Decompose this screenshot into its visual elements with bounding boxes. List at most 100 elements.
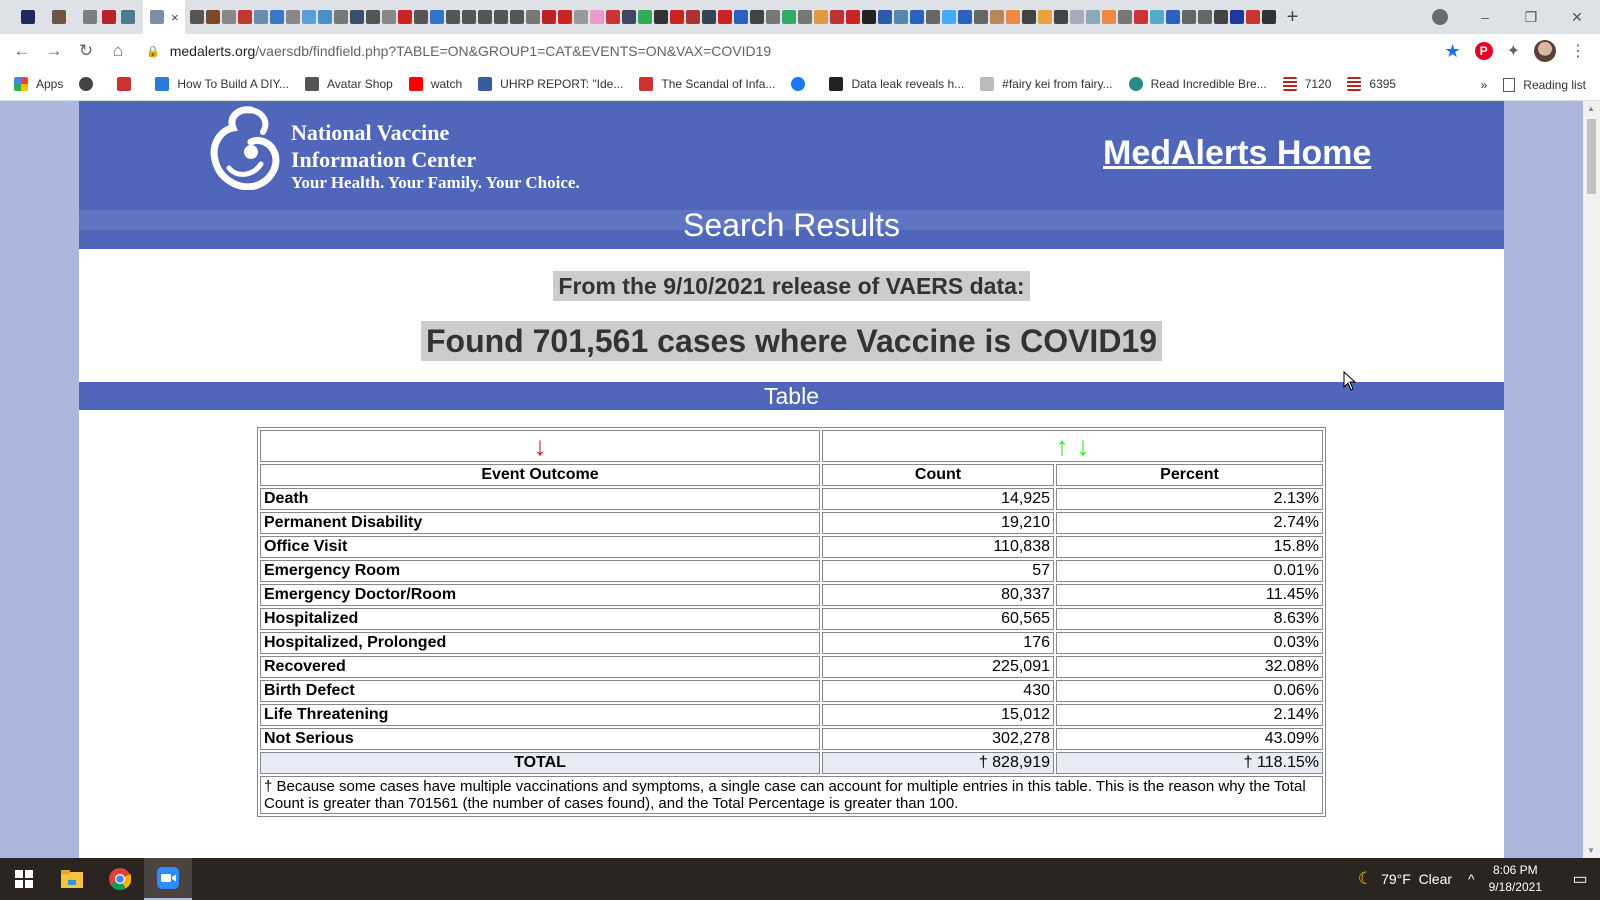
minimize-button[interactable]: – <box>1462 9 1508 25</box>
menu-kebab-icon[interactable]: ⋮ <box>1570 41 1586 61</box>
notifications-icon[interactable]: ▭ <box>1560 869 1600 889</box>
tab-favicon-icon[interactable] <box>349 10 364 24</box>
tab-favicon-icon[interactable] <box>941 10 956 24</box>
tab-favicon-icon[interactable] <box>957 10 972 24</box>
tab-favicon-icon[interactable] <box>685 10 700 24</box>
tab-favicon-icon[interactable] <box>221 10 236 24</box>
tab-favicon-icon[interactable] <box>717 10 732 24</box>
tab-favicon-icon[interactable] <box>1133 10 1148 24</box>
bookmark-item[interactable]: Avatar Shop <box>304 77 393 91</box>
chrome-taskbar-button[interactable] <box>96 858 144 900</box>
tab-favicon-icon[interactable] <box>333 10 348 24</box>
tab-favicon-icon[interactable] <box>845 10 860 24</box>
tab-favicon-icon[interactable] <box>1165 10 1180 24</box>
tab-favicon-icon[interactable] <box>637 10 652 24</box>
bookmark-item[interactable]: The Scandal of Infa... <box>639 77 775 91</box>
tab-favicon-icon[interactable] <box>1069 10 1084 24</box>
tab-favicon-icon[interactable] <box>477 10 492 24</box>
bookmark-item[interactable] <box>117 77 139 91</box>
tab-favicon-icon[interactable] <box>765 10 780 24</box>
tab-favicon-icon[interactable] <box>1197 10 1212 24</box>
sort-down-arrow-icon[interactable]: ↓ <box>534 431 547 461</box>
scroll-down-arrow-icon[interactable]: ▼ <box>1587 846 1595 855</box>
pinned-tab-favicon-icon[interactable] <box>52 10 66 24</box>
tab-favicon-icon[interactable] <box>1213 10 1228 24</box>
pinned-tab-favicon-icon[interactable] <box>83 10 97 24</box>
tab-favicon-icon[interactable] <box>541 10 556 24</box>
home-button[interactable]: ⌂ <box>102 41 134 61</box>
tab-favicon-icon[interactable] <box>1261 10 1276 24</box>
tab-favicon-icon[interactable] <box>1101 10 1116 24</box>
tab-favicon-icon[interactable] <box>701 10 716 24</box>
bookmark-item[interactable]: Read Incredible Bre... <box>1128 77 1267 91</box>
tab-favicon-icon[interactable] <box>605 10 620 24</box>
page-scrollbar[interactable]: ▲ ▼ <box>1583 101 1600 858</box>
reading-list-button[interactable]: Reading list <box>1503 77 1586 92</box>
address-bar[interactable]: 🔒 medalerts.org/vaersdb/findfield.php?TA… <box>146 37 1446 65</box>
file-explorer-button[interactable] <box>48 858 96 900</box>
extensions-puzzle-icon[interactable]: ✦ <box>1507 41 1520 61</box>
tab-favicon-icon[interactable] <box>269 10 284 24</box>
bookmark-item[interactable]: UHRP REPORT: "Ide... <box>478 77 623 91</box>
forward-button[interactable]: → <box>38 41 70 61</box>
tab-favicon-icon[interactable] <box>557 10 572 24</box>
bookmark-item[interactable] <box>79 77 101 91</box>
back-button[interactable]: ← <box>6 41 38 61</box>
pinned-tab-favicon-icon[interactable] <box>121 10 135 24</box>
scroll-up-arrow-icon[interactable]: ▲ <box>1587 104 1595 113</box>
start-button[interactable] <box>0 858 48 900</box>
restore-button[interactable]: ❐ <box>1508 9 1554 26</box>
lock-icon[interactable]: 🔒 <box>146 45 160 58</box>
tab-favicon-icon[interactable] <box>525 10 540 24</box>
tab-favicon-icon[interactable] <box>1005 10 1020 24</box>
tab-favicon-icon[interactable] <box>461 10 476 24</box>
sort-down-arrow-icon[interactable]: ↓ <box>1077 431 1090 461</box>
tab-favicon-icon[interactable] <box>781 10 796 24</box>
pinned-tab-favicon-icon[interactable] <box>102 10 116 24</box>
tab-favicon-icon[interactable] <box>925 10 940 24</box>
close-window-button[interactable]: ✕ <box>1554 9 1600 26</box>
tab-favicon-icon[interactable] <box>749 10 764 24</box>
bookmark-star-icon[interactable]: ★ <box>1444 41 1460 62</box>
tab-favicon-icon[interactable] <box>1117 10 1132 24</box>
tab-favicon-icon[interactable] <box>621 10 636 24</box>
tab-favicon-icon[interactable] <box>205 10 220 24</box>
tab-favicon-icon[interactable] <box>1021 10 1036 24</box>
reload-button[interactable]: ↻ <box>70 41 102 61</box>
tab-favicon-icon[interactable] <box>797 10 812 24</box>
tab-favicon-icon[interactable] <box>413 10 428 24</box>
tab-close-icon[interactable]: × <box>171 10 179 25</box>
bookmark-item[interactable]: 6395 <box>1347 77 1396 91</box>
tab-favicon-icon[interactable] <box>189 10 204 24</box>
bookmarks-overflow-button[interactable]: » <box>1481 78 1488 92</box>
tab-favicon-icon[interactable] <box>285 10 300 24</box>
tab-favicon-icon[interactable] <box>1229 10 1244 24</box>
medalerts-home-link[interactable]: MedAlerts Home <box>1103 134 1371 173</box>
tab-search-icon[interactable] <box>1432 9 1448 25</box>
tab-favicon-icon[interactable] <box>989 10 1004 24</box>
bookmark-item[interactable]: How To Build A DIY... <box>155 77 289 91</box>
tab-favicon-icon[interactable] <box>877 10 892 24</box>
tab-favicon-icon[interactable] <box>573 10 588 24</box>
pinterest-extension-icon[interactable]: P <box>1474 42 1493 60</box>
tab-favicon-icon[interactable] <box>893 10 908 24</box>
bookmark-item[interactable]: watch <box>408 77 462 91</box>
tab-favicon-icon[interactable] <box>973 10 988 24</box>
bookmark-item[interactable]: #fairy kei from fairy... <box>980 77 1113 91</box>
tab-favicon-icon[interactable] <box>909 10 924 24</box>
tab-favicon-icon[interactable] <box>861 10 876 24</box>
tab-favicon-icon[interactable] <box>1037 10 1052 24</box>
tab-favicon-icon[interactable] <box>829 10 844 24</box>
tab-favicon-icon[interactable] <box>253 10 268 24</box>
tab-favicon-icon[interactable] <box>813 10 828 24</box>
tab-favicon-icon[interactable] <box>669 10 684 24</box>
tab-favicon-icon[interactable] <box>509 10 524 24</box>
tab-favicon-icon[interactable] <box>1245 10 1260 24</box>
sort-up-arrow-icon[interactable]: ↑ <box>1056 431 1069 461</box>
active-tab[interactable]: × <box>143 0 185 34</box>
profile-avatar[interactable] <box>1534 40 1556 62</box>
tab-favicon-icon[interactable] <box>301 10 316 24</box>
tab-favicon-icon[interactable] <box>237 10 252 24</box>
weather-text[interactable]: 79°F Clear <box>1381 871 1452 887</box>
tab-favicon-icon[interactable] <box>445 10 460 24</box>
